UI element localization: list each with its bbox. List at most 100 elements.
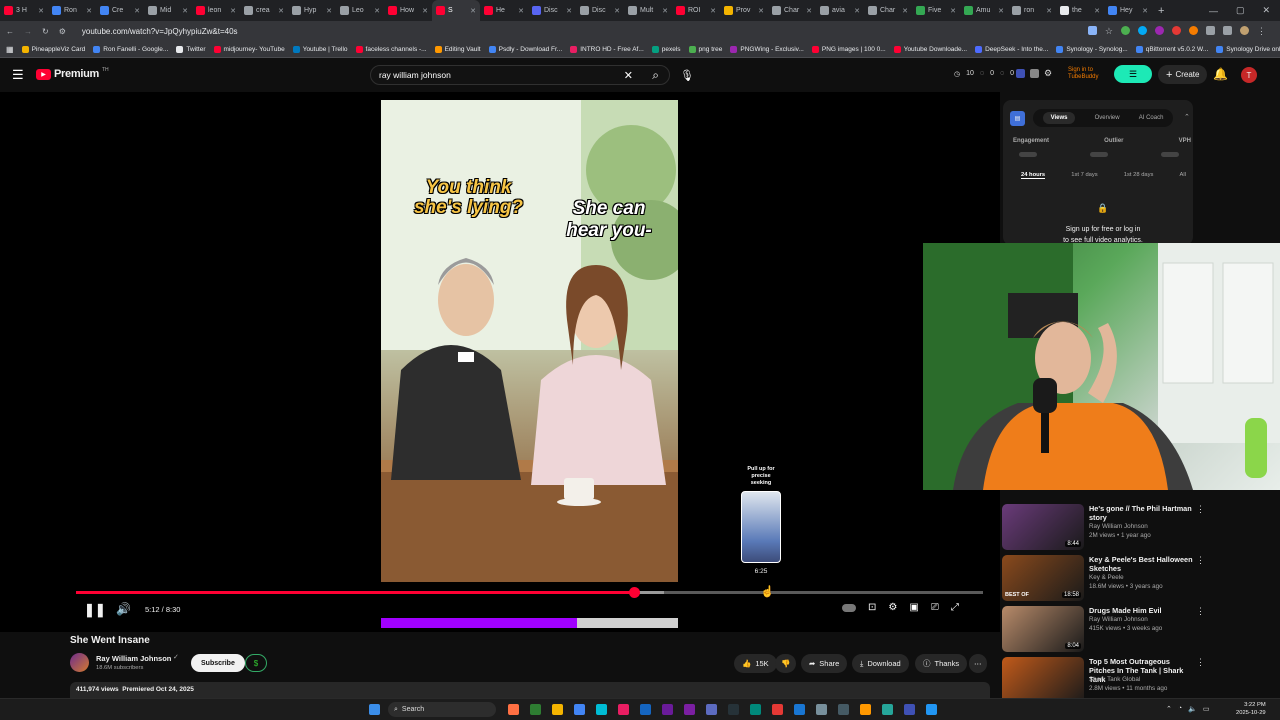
tab-close-icon[interactable]: ✕ — [38, 7, 44, 15]
browser-tab[interactable]: Disc ✕ — [528, 0, 576, 21]
range-7d[interactable]: 1st 7 days — [1071, 172, 1097, 179]
browser-tab[interactable]: He ✕ — [480, 0, 528, 21]
tab-overview[interactable]: Overview — [1095, 115, 1120, 121]
speaker-icon[interactable]: 🔈 — [1188, 705, 1197, 713]
taskbar-app-icon[interactable] — [750, 704, 761, 715]
video-frame[interactable]: You think she's lying? She can hear you- — [381, 100, 678, 582]
tab-close-icon[interactable]: ✕ — [710, 7, 716, 15]
tab-close-icon[interactable]: ✕ — [998, 7, 1004, 15]
browser-tab[interactable]: Amu ✕ — [960, 0, 1008, 21]
taskbar-app-icon[interactable] — [596, 704, 607, 715]
tab-close-icon[interactable]: ✕ — [566, 7, 572, 15]
bookmark-item[interactable]: pexels — [651, 46, 681, 53]
bookmark-item[interactable]: png tree — [688, 46, 722, 53]
dislike-button[interactable]: 👎 — [775, 654, 797, 673]
hamburger-menu-icon[interactable]: ☰ — [12, 67, 24, 83]
bookmark-item[interactable]: Twitter — [176, 46, 206, 53]
browser-tab[interactable]: Mult ✕ — [624, 0, 672, 21]
browser-tab[interactable]: ron ✕ — [1008, 0, 1056, 21]
apps-icon[interactable]: ▦ — [6, 45, 14, 54]
clock[interactable]: 3:22 PM 2025-10-29 — [1236, 701, 1266, 717]
tab-close-icon[interactable]: ✕ — [470, 7, 476, 15]
extension-icon[interactable] — [1121, 26, 1130, 35]
close-window-icon[interactable]: ✕ — [1262, 5, 1270, 16]
tab-close-icon[interactable]: ✕ — [86, 7, 92, 15]
browser-tab[interactable]: 3 H ✕ — [0, 0, 48, 21]
extension-icon[interactable] — [1172, 26, 1181, 35]
minimize-icon[interactable]: — — [1209, 6, 1218, 16]
recommended-channel[interactable]: Ray William Johnson — [1089, 523, 1148, 530]
bookmark-item[interactable]: Synology - Synolog... — [1056, 46, 1128, 53]
tab-close-icon[interactable]: ✕ — [806, 7, 812, 15]
video-thumbnail[interactable] — [1002, 657, 1084, 703]
progress-bar[interactable] — [76, 587, 983, 598]
taskbar-app-icon[interactable] — [772, 704, 783, 715]
taskbar-app-icon[interactable] — [794, 704, 805, 715]
tab-close-icon[interactable]: ✕ — [230, 7, 236, 15]
browser-tab[interactable]: Hyp ✕ — [288, 0, 336, 21]
browser-tab[interactable]: Mid ✕ — [144, 0, 192, 21]
download-icon[interactable] — [1223, 26, 1232, 35]
new-tab-button[interactable]: + — [1152, 5, 1164, 17]
browser-tab[interactable]: Prov ✕ — [720, 0, 768, 21]
recommended-title[interactable]: Key & Peele's Best Halloween Sketches — [1089, 555, 1194, 573]
channel-avatar[interactable] — [70, 653, 89, 672]
browser-tab[interactable]: avia ✕ — [816, 0, 864, 21]
channel-name[interactable]: Ray William Johnson — [96, 654, 171, 663]
tab-ai-coach[interactable]: AI Coach — [1139, 115, 1164, 121]
bookmark-item[interactable]: Psdly - Download Fr... — [488, 46, 562, 53]
tab-close-icon[interactable]: ✕ — [278, 7, 284, 15]
taskbar-search[interactable]: ⌕ Search — [388, 702, 496, 717]
browser-tab[interactable]: leon ✕ — [192, 0, 240, 21]
mic-icon[interactable]: 🎙 — [676, 64, 698, 86]
join-button[interactable]: $ — [245, 654, 267, 672]
bookmark-item[interactable]: qBittorrent v5.0.2 W... — [1135, 46, 1208, 53]
avatar[interactable]: T — [1241, 67, 1257, 83]
miniplayer-icon[interactable]: ▣ — [909, 602, 918, 613]
cast-icon[interactable]: ⎚ — [931, 602, 939, 613]
pause-button[interactable]: ❚❚ — [84, 602, 106, 618]
battery-icon[interactable]: ▭ — [1203, 705, 1210, 713]
bookmark-item[interactable]: Synology Drive online — [1216, 46, 1280, 53]
tab-close-icon[interactable]: ✕ — [374, 7, 380, 15]
settings-gear-icon[interactable]: ⚙ — [888, 602, 897, 613]
reload-icon[interactable]: ↻ — [42, 27, 49, 36]
download-button[interactable]: ⤓ Download — [852, 654, 909, 673]
tab-close-icon[interactable]: ✕ — [758, 7, 764, 15]
search-input[interactable]: ray william johnson ✕ ⌕ — [370, 65, 670, 85]
recommended-channel[interactable]: Ray William Johnson — [1089, 616, 1148, 623]
share-button[interactable]: ➦ Share — [801, 654, 848, 673]
extension-icon[interactable] — [1016, 69, 1025, 78]
taskbar-app-icon[interactable] — [684, 704, 695, 715]
description-box[interactable]: 411,974 views Premiered Oct 24, 2025 — [70, 682, 990, 698]
clear-search-icon[interactable]: ✕ — [624, 69, 633, 82]
more-actions-button[interactable]: ⋯ — [969, 654, 987, 673]
video-player[interactable]: You think she's lying? She can hear you-… — [0, 92, 1000, 632]
bookmark-item[interactable]: INTRO HD - Free Af... — [570, 46, 644, 53]
browser-tab[interactable]: Cre ✕ — [96, 0, 144, 21]
chevron-up-icon[interactable]: ⌃ — [1166, 705, 1172, 713]
range-28d[interactable]: 1st 28 days — [1124, 172, 1154, 179]
taskbar-app-icon[interactable] — [706, 704, 717, 715]
tab-close-icon[interactable]: ✕ — [950, 7, 956, 15]
like-button[interactable]: 👍 15K — [734, 654, 777, 673]
browser-tab[interactable]: Char ✕ — [768, 0, 816, 21]
tab-close-icon[interactable]: ✕ — [854, 7, 860, 15]
video-thumbnail[interactable]: 18:58 BEST OF — [1002, 555, 1084, 601]
tab-close-icon[interactable]: ✕ — [134, 7, 140, 15]
bookmark-item[interactable]: PNGWing - Exclusiv... — [730, 46, 804, 53]
recommended-channel[interactable]: Key & Peele — [1089, 574, 1124, 581]
bookmark-item[interactable]: PineappleViz Card — [21, 46, 85, 53]
taskbar-app-icon[interactable] — [838, 704, 849, 715]
scrubber-handle[interactable] — [628, 587, 640, 598]
tab-close-icon[interactable]: ✕ — [1094, 7, 1100, 15]
volume-icon[interactable]: 🔊 — [116, 602, 131, 616]
taskbar-app-icon[interactable] — [728, 704, 739, 715]
tubebuddy-menu-button[interactable]: ☰ — [1114, 65, 1152, 83]
bookmark-item[interactable]: Editing Vault — [434, 46, 481, 53]
recommended-video[interactable]: 18:58 BEST OF Key & Peele's Best Hallowee… — [1002, 555, 1205, 601]
tab-close-icon[interactable]: ✕ — [422, 7, 428, 15]
taskbar-app-icon[interactable] — [926, 704, 937, 715]
tubebuddy-signin[interactable]: Sign in to TubeBuddy — [1068, 67, 1098, 81]
collapse-icon[interactable]: ⌃ — [1184, 113, 1190, 121]
